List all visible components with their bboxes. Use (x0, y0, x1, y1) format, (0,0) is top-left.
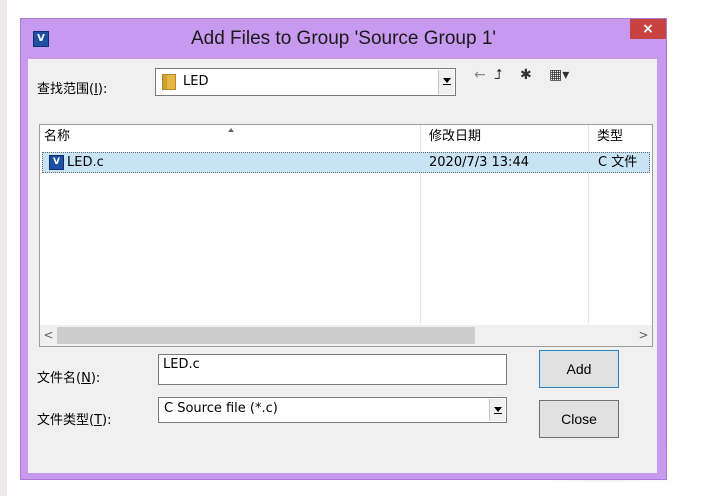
file-list[interactable]: 名称 修改日期 类型 V LED.c 2020/7/3 13:44 C 文件 <… (39, 124, 653, 347)
column-header-name[interactable]: 名称 (44, 125, 70, 149)
new-folder-icon[interactable]: ✱ (520, 66, 532, 84)
file-date: 2020/7/3 13:44 (429, 155, 529, 170)
filename-input[interactable]: LED.c (158, 354, 507, 385)
folder-icon (162, 74, 176, 90)
add-files-dialog: V Add Files to Group 'Source Group 1' × … (20, 18, 667, 480)
horizontal-scrollbar[interactable]: < > (40, 325, 652, 346)
add-button[interactable]: Add (539, 350, 619, 388)
dialog-title: Add Files to Group 'Source Group 1' (190, 28, 497, 49)
lookin-value: LED (183, 74, 209, 89)
filetype-dropdown[interactable]: C Source file (*.c) (158, 397, 507, 423)
background-strip (0, 0, 7, 496)
title-bar[interactable]: V Add Files to Group 'Source Group 1' × (21, 19, 666, 59)
lookin-dropdown[interactable]: LED (155, 68, 456, 96)
column-header-type[interactable]: 类型 (597, 125, 623, 149)
file-type: C 文件 (598, 155, 638, 170)
file-name: LED.c (67, 155, 104, 170)
dialog-body: 查找范围(I): LED ← ⮥ ✱ ▦▾ 名称 修改日期 类型 V LED.c… (28, 59, 657, 473)
close-window-button[interactable]: × (630, 19, 666, 39)
close-button[interactable]: Close (539, 400, 619, 438)
sort-ascending-icon (228, 128, 234, 132)
view-menu-icon[interactable]: ▦▾ (549, 66, 569, 84)
filename-label: 文件名(N): (37, 371, 101, 386)
scroll-right-icon[interactable]: > (635, 325, 652, 346)
table-row[interactable]: V LED.c 2020/7/3 13:44 C 文件 (42, 152, 650, 173)
up-folder-icon[interactable]: ⮥ (494, 66, 502, 84)
filetype-label: 文件类型(T): (37, 413, 112, 428)
scrollbar-thumb[interactable] (57, 327, 475, 344)
back-arrow-icon[interactable]: ← (474, 66, 486, 84)
chevron-down-icon[interactable] (489, 399, 505, 421)
c-file-icon: V (49, 155, 64, 170)
scroll-left-icon[interactable]: < (40, 325, 57, 346)
column-header-date[interactable]: 修改日期 (429, 125, 481, 149)
filetype-value: C Source file (*.c) (164, 401, 278, 416)
lookin-label: 查找范围(I): (37, 82, 108, 97)
chevron-down-icon[interactable] (438, 70, 454, 94)
